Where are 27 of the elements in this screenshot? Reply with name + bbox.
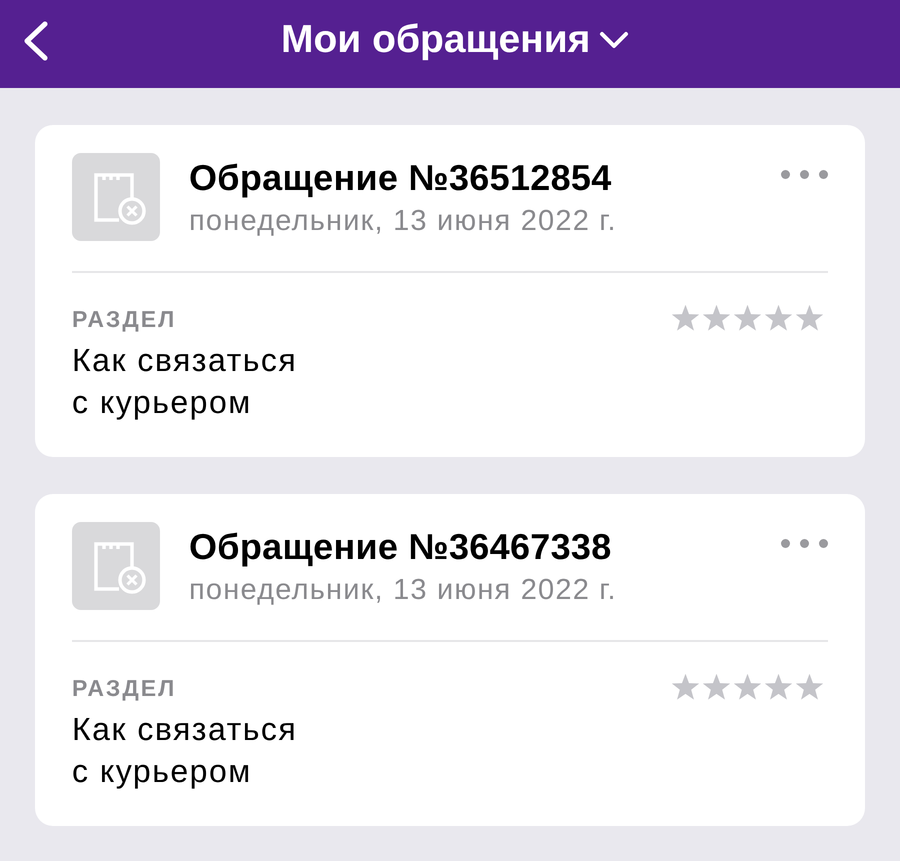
ticket-date: понедельник, 13 июня 2022 г.	[189, 204, 618, 239]
section-label: РАЗДЕЛ	[72, 306, 178, 332]
star-icon[interactable]	[795, 673, 824, 701]
star-icon[interactable]	[702, 304, 731, 332]
star-icon[interactable]	[702, 673, 731, 701]
more-options-button[interactable]	[781, 539, 828, 548]
ticket-card[interactable]: Обращение №36512854 понедельник, 13 июня 2022 г. РАЗДЕЛ Как связаться с курьером	[35, 125, 865, 457]
more-options-button[interactable]	[781, 170, 828, 179]
star-icon[interactable]	[671, 304, 700, 332]
note-cancel-icon	[72, 153, 160, 241]
star-icon[interactable]	[764, 673, 793, 701]
ticket-date: понедельник, 13 июня 2022 г.	[189, 573, 618, 608]
ticket-title: Обращение №36467338	[189, 527, 613, 567]
section-label: РАЗДЕЛ	[72, 675, 178, 701]
star-icon[interactable]	[764, 304, 793, 332]
note-cancel-icon	[72, 522, 160, 610]
back-icon	[22, 21, 48, 61]
star-icon[interactable]	[671, 673, 700, 701]
section-text: Как связаться с курьером	[72, 710, 298, 791]
star-icon[interactable]	[733, 304, 762, 332]
section-text: Как связаться с курьером	[72, 341, 298, 422]
ticket-title: Обращение №36512854	[189, 158, 613, 198]
ticket-card[interactable]: Обращение №36467338 понедельник, 13 июня 2022 г. РАЗДЕЛ Как связаться с курьером	[35, 494, 865, 826]
star-icon[interactable]	[733, 673, 762, 701]
title-dropdown[interactable]: Мои обращения	[281, 18, 630, 62]
chevron-down-icon	[599, 31, 630, 49]
star-icon[interactable]	[795, 304, 824, 332]
